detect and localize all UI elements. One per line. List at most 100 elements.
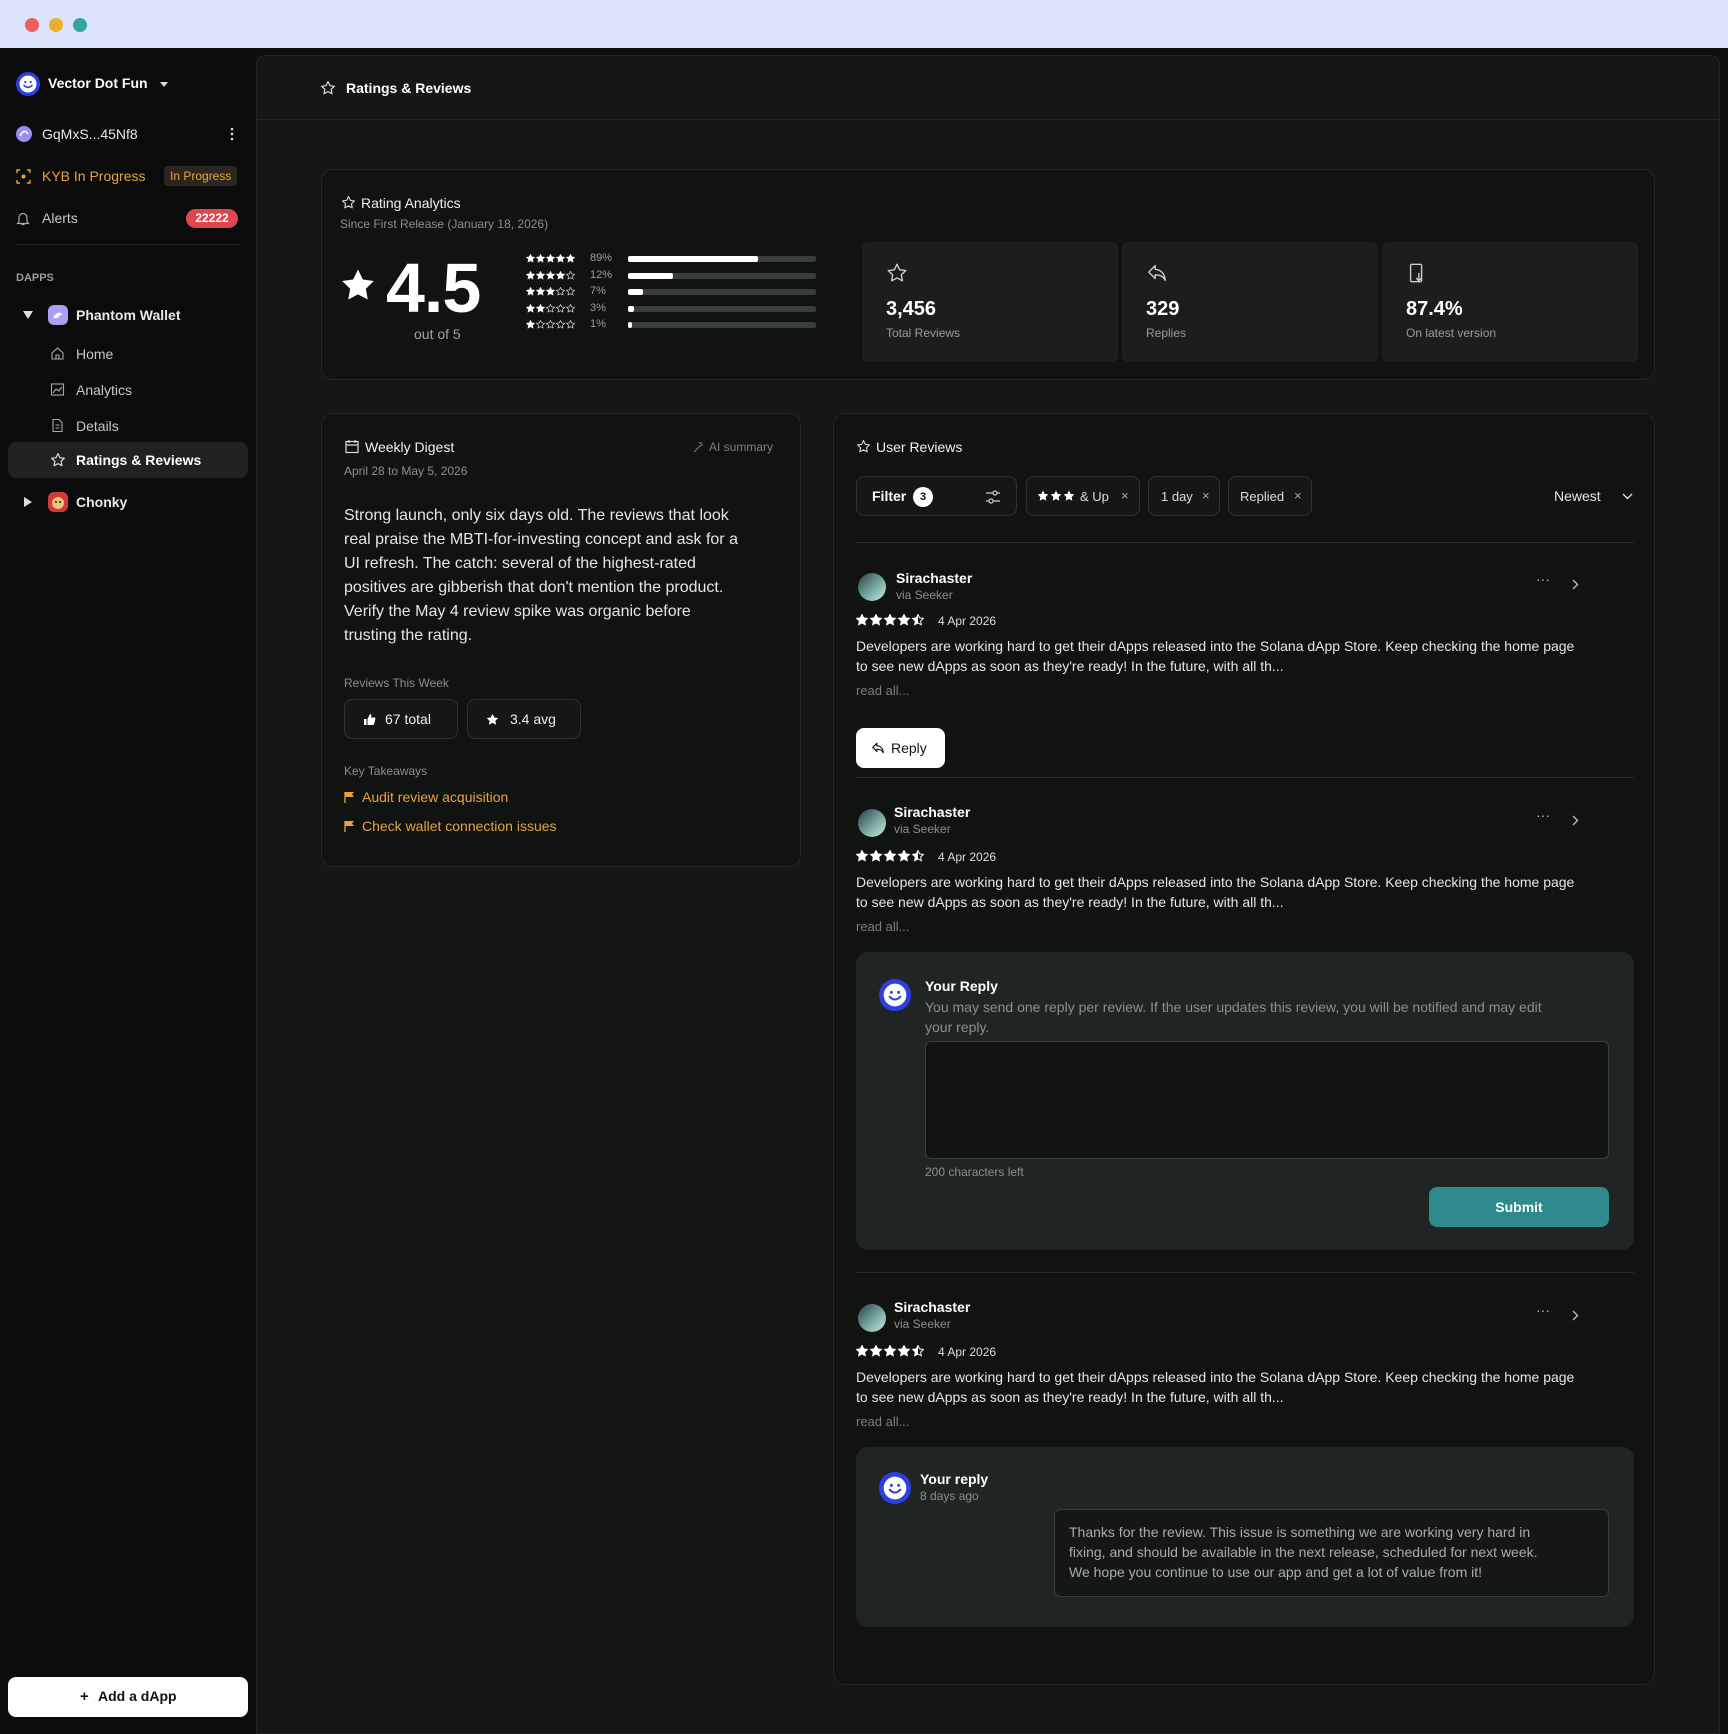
magic-wand-icon xyxy=(693,442,703,453)
reply-line: Thanks for the review. This issue is som… xyxy=(1069,1524,1531,1540)
review-author: Sirachaster xyxy=(896,570,973,586)
review-line: Developers are working hard to get their… xyxy=(856,638,1575,654)
review-date: 4 Apr 2026 xyxy=(938,1345,997,1359)
more-options-icon[interactable]: ··· xyxy=(1536,571,1550,587)
divider xyxy=(856,542,1634,543)
more-vertical-icon[interactable] xyxy=(229,127,235,141)
chevron-right-icon[interactable] xyxy=(1572,1310,1579,1321)
hint-line: You may send one reply per review. If th… xyxy=(925,999,1542,1015)
chevron-right-icon[interactable] xyxy=(1572,579,1579,590)
reply-form-title: Your Reply xyxy=(925,978,998,994)
sort-dropdown[interactable]: Newest xyxy=(1554,486,1636,508)
org-logo-icon xyxy=(879,1472,911,1504)
takeaway-item: Audit review acquisition xyxy=(344,788,644,810)
more-options-icon[interactable]: ··· xyxy=(1536,807,1550,823)
page-title: Ratings & Reviews xyxy=(346,80,472,96)
wallet-row[interactable]: GqMxS...45Nf8 xyxy=(16,124,240,146)
avatar xyxy=(858,573,886,601)
filter-count-badge: 3 xyxy=(913,487,933,507)
review-stars xyxy=(856,1345,924,1357)
ai-summary-label: AI summary xyxy=(709,440,774,454)
thumbs-up-icon xyxy=(364,714,376,725)
reply-text-box: Thanks for the review. This issue is som… xyxy=(1054,1509,1609,1597)
filter-chip-replied[interactable]: Replied × xyxy=(1228,476,1312,516)
review-item: Sirachaster via Seeker ··· 4 Apr 2026 De… xyxy=(856,795,1634,1250)
kyb-status-row[interactable]: KYB In Progress In Progress xyxy=(16,165,240,189)
more-options-icon[interactable]: ··· xyxy=(1536,1302,1550,1318)
dapp-chonky[interactable]: Chonky xyxy=(16,490,240,516)
sidebar-item-home[interactable]: Home xyxy=(50,340,240,368)
org-switcher[interactable]: Vector Dot Fun xyxy=(16,72,176,98)
filter-button[interactable]: Filter 3 xyxy=(856,476,1017,516)
distribution-bar-track xyxy=(628,272,816,279)
reply-button[interactable]: Reply xyxy=(856,728,945,768)
review-line: Developers are working hard to get their… xyxy=(856,1369,1575,1385)
distribution-row: 7% xyxy=(526,285,816,299)
sidebar-item-details[interactable]: Details xyxy=(50,412,240,440)
distribution-bar-fill xyxy=(628,289,644,295)
distribution-bar-track xyxy=(628,322,816,328)
chonky-logo-icon xyxy=(48,492,68,512)
add-dapp-button[interactable]: + Add a dApp xyxy=(8,1677,248,1717)
distribution-percent: 7% xyxy=(590,285,606,297)
summary-line: Strong launch, only six days old. The re… xyxy=(344,507,729,524)
stat-value: 87.4% xyxy=(1406,298,1463,320)
rating-stars-icon xyxy=(856,1345,924,1357)
three-stars-icon xyxy=(1037,490,1075,501)
review-body: Developers are working hard to get their… xyxy=(856,872,1634,912)
chip-label: & Up xyxy=(1080,489,1109,504)
reply-line: fixing, and should be available in the n… xyxy=(1069,1544,1538,1560)
review-line: Developers are working hard to get their… xyxy=(856,874,1575,890)
flag-icon xyxy=(344,792,354,803)
distribution-stars-icon xyxy=(526,287,575,296)
divider xyxy=(856,777,1634,778)
sidebar-item-label: Details xyxy=(76,418,119,434)
sidebar-item-analytics[interactable]: Analytics xyxy=(50,376,240,404)
wallet-address: GqMxS...45Nf8 xyxy=(42,126,138,142)
dapps-section-label: DAPPS xyxy=(16,272,54,284)
review-author: Sirachaster xyxy=(894,804,971,820)
review-item: Sirachaster via Seeker ··· 4 Apr 2026 De… xyxy=(856,1290,1634,1650)
read-all-link[interactable]: read all... xyxy=(856,919,909,934)
rating-distribution: 89% 12% 7% 3% 1% xyxy=(526,252,816,342)
divider xyxy=(856,1272,1634,1273)
sidebar-item-label: Ratings & Reviews xyxy=(76,452,202,468)
sidebar-item-label: Home xyxy=(76,346,114,362)
rating-scale: out of 5 xyxy=(414,326,461,342)
calendar-icon xyxy=(345,440,359,454)
filter-chip-rating[interactable]: & Up × xyxy=(1026,476,1140,516)
distribution-percent: 12% xyxy=(590,268,613,281)
weekly-average-chip: 3.4 avg xyxy=(467,699,581,739)
review-item: Sirachaster via Seeker ··· 4 Apr 2026 De… xyxy=(856,559,1634,768)
remove-chip-icon[interactable]: × xyxy=(1121,488,1129,503)
average-rating: 4.5 xyxy=(386,249,481,327)
weekly-total-chip: 67 total xyxy=(344,699,458,739)
sidebar-item-ratings-reviews[interactable]: Ratings & Reviews xyxy=(8,442,248,478)
takeaway-text: Check wallet connection issues xyxy=(362,818,557,834)
maximize-window-button[interactable] xyxy=(73,18,87,32)
chevron-right-icon[interactable] xyxy=(1572,815,1579,826)
reply-form: Your Reply You may send one reply per re… xyxy=(856,952,1634,1250)
reply-icon xyxy=(872,742,884,754)
reply-textarea[interactable] xyxy=(925,1041,1609,1159)
dapp-phantom-wallet[interactable]: Phantom Wallet xyxy=(16,303,240,329)
close-window-button[interactable] xyxy=(25,18,39,32)
review-date: 4 Apr 2026 xyxy=(938,614,997,628)
distribution-bar-fill xyxy=(628,305,634,312)
alerts-row[interactable]: Alerts 22222 xyxy=(16,207,240,231)
plus-icon: + xyxy=(80,1688,89,1705)
distribution-bar-fill xyxy=(628,322,632,328)
review-source: via Seeker xyxy=(894,822,951,836)
filter-chip-time[interactable]: 1 day × xyxy=(1148,476,1220,516)
avatar xyxy=(858,1304,886,1332)
reply-title: Your reply xyxy=(920,1471,989,1487)
page-header: Ratings & Reviews xyxy=(257,56,1719,120)
submit-button[interactable]: Submit xyxy=(1429,1187,1609,1227)
distribution-bar-fill xyxy=(628,272,674,279)
remove-chip-icon[interactable]: × xyxy=(1202,488,1210,503)
read-all-link[interactable]: read all... xyxy=(856,1414,909,1429)
user-reviews-card: User Reviews Filter 3 & Up × 1 day × Rep… xyxy=(833,413,1655,1685)
minimize-window-button[interactable] xyxy=(49,18,63,32)
remove-chip-icon[interactable]: × xyxy=(1294,488,1302,503)
read-all-link[interactable]: read all... xyxy=(856,683,909,698)
